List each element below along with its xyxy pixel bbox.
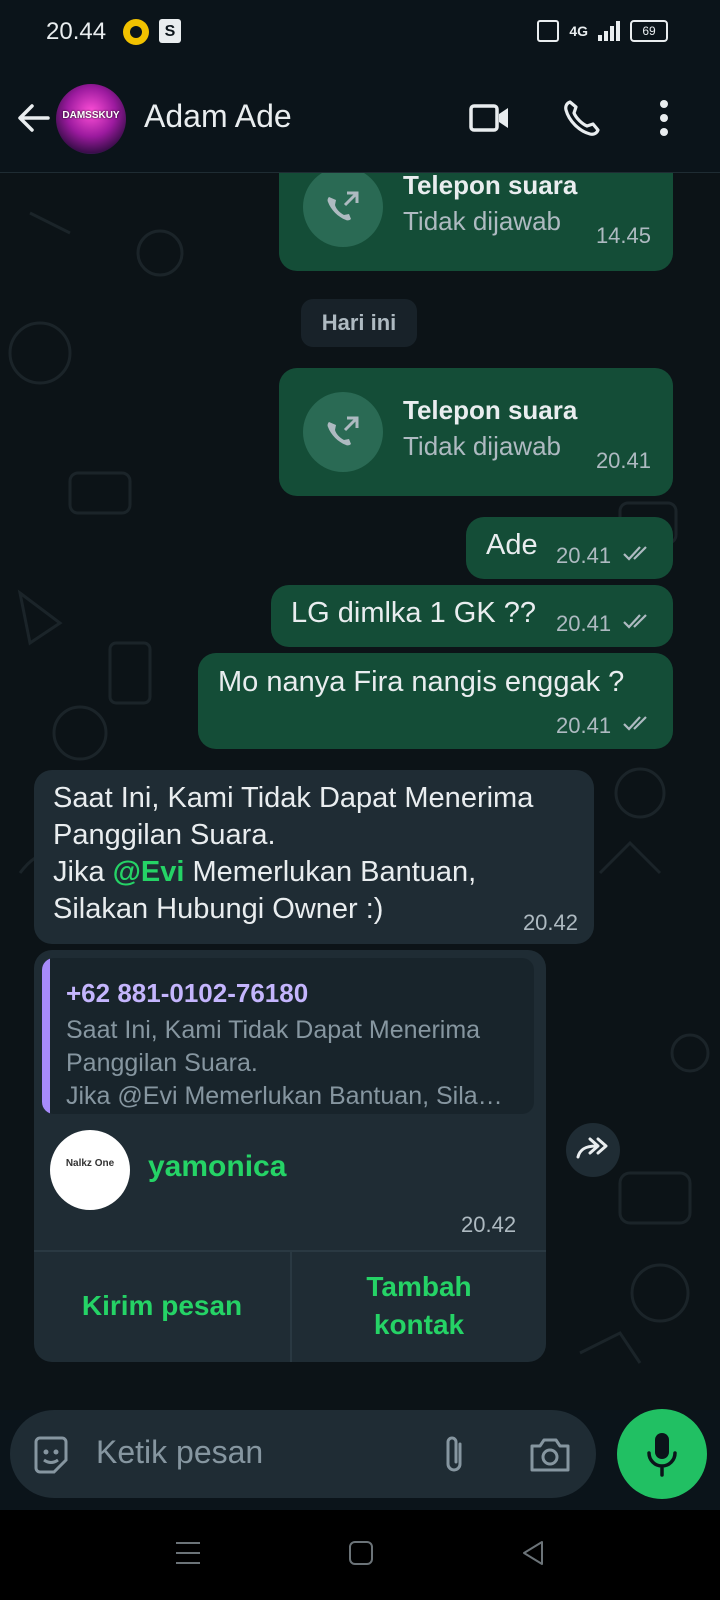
message-line: Jika @Evi Memerlukan Bantuan, [53,856,476,889]
shared-contact-avatar: Nalkz One [50,1130,130,1210]
voice-record-button[interactable] [617,1409,707,1499]
read-ticks-icon [623,614,647,629]
message-time: 20.41 [556,543,612,568]
read-ticks-icon [623,716,647,731]
recent-apps-icon[interactable] [174,1538,202,1568]
notification-app-icon [123,19,149,45]
microphone-icon [647,1433,677,1477]
chat-area[interactable]: Telepon suara Tidak dijawab 14.45 Hari i… [0,173,720,1410]
message-line: Saat Ini, Kami Tidak Dapat Menerima [53,782,534,814]
message-time: 20.41 [556,713,612,738]
message-time: 20.42 [522,910,578,935]
message-line: Silakan Hubungi Owner :) [53,893,384,925]
call-icon-circle [303,392,383,472]
call-title: Telepon suara [403,173,578,200]
shared-contact-name[interactable]: yamonica [148,1150,286,1184]
message-text: Ade [486,529,538,561]
call-icon-circle [303,173,383,247]
quoted-message[interactable]: +62 881-0102-76180 Saat Ini, Kami Tidak … [42,958,534,1114]
quoted-sender: +62 881-0102-76180 [66,978,309,1008]
call-status: Tidak dijawab [403,431,562,461]
message-time: 20.41 [556,611,612,636]
contact-avatar[interactable]: DAMSSKUY [56,84,126,154]
missed-call-bubble[interactable]: Telepon suara Tidak dijawab 20.41 [279,368,673,496]
home-icon[interactable] [348,1538,374,1568]
mention-link[interactable]: @Evi [113,856,185,888]
attach-icon[interactable] [436,1432,472,1478]
quoted-text: Jika @Evi Memerlukan Bantuan, Sila… [66,1082,503,1110]
back-nav-icon[interactable] [520,1538,546,1568]
forward-button[interactable] [566,1123,620,1177]
vibrate-icon [537,20,560,42]
quoted-text: Panggilan Suara. [66,1049,258,1077]
outgoing-message[interactable]: LG dimlka 1 GK ?? 20.41 [271,585,673,647]
send-message-button[interactable]: Kirim pesan [34,1250,290,1362]
text-fragment: Jika [53,856,113,888]
avatar-text: DAMSSKUY [62,110,120,121]
outgoing-call-icon [327,191,359,221]
message-time: 14.45 [595,223,651,248]
call-title: Telepon suara [403,395,578,425]
voice-call-icon[interactable] [558,94,606,142]
text-fragment: Memerlukan Bantuan, [184,856,477,888]
message-time: 20.41 [595,448,651,473]
incoming-message[interactable]: Saat Ini, Kami Tidak Dapat Menerima Pang… [34,770,594,944]
outgoing-call-icon [327,416,359,446]
status-bar: 20.44 S 4G 69 [0,0,720,64]
status-indicators: 4G 69 [537,20,668,42]
call-status: Tidak dijawab [403,206,562,236]
read-ticks-icon [623,546,647,561]
avatar-text: Nalkz One [65,1158,115,1169]
quote-accent-bar [42,958,50,1114]
signal-icon [598,21,620,41]
outgoing-message[interactable]: Ade 20.41 [466,517,673,579]
contact-name[interactable]: Adam Ade [144,98,292,135]
system-nav-bar [0,1510,720,1600]
status-time: 20.44 [46,18,107,45]
contact-card-message[interactable]: +62 881-0102-76180 Saat Ini, Kami Tidak … [34,950,546,1362]
more-options-icon[interactable] [640,94,688,142]
quoted-text: Saat Ini, Kami Tidak Dapat Menerima [66,1016,481,1044]
camera-icon[interactable] [528,1434,572,1474]
message-input[interactable]: Ketik pesan [96,1434,263,1471]
battery-indicator: 69 [630,20,668,42]
missed-call-bubble[interactable]: Telepon suara Tidak dijawab 14.45 [279,173,673,271]
shopee-icon: S [159,19,181,43]
chat-header: DAMSSKUY Adam Ade [0,64,720,173]
forward-icon [576,1137,608,1159]
outgoing-message[interactable]: Mo nanya Fira nangis enggak ? 20.41 [198,653,673,749]
network-type: 4G [569,23,588,39]
back-arrow-icon[interactable] [14,98,54,138]
video-call-icon[interactable] [466,94,514,142]
message-composer[interactable]: Ketik pesan [10,1410,596,1498]
message-line: Panggilan Suara. [53,819,276,851]
add-contact-button[interactable]: Tambah kontak [292,1250,546,1362]
message-text: LG dimlka 1 GK ?? [291,597,536,629]
message-text: Mo nanya Fira nangis enggak ? [218,666,625,698]
sticker-emoji-icon[interactable] [30,1434,72,1476]
message-time: 20.42 [461,1212,517,1237]
date-separator: Hari ini [301,299,417,347]
